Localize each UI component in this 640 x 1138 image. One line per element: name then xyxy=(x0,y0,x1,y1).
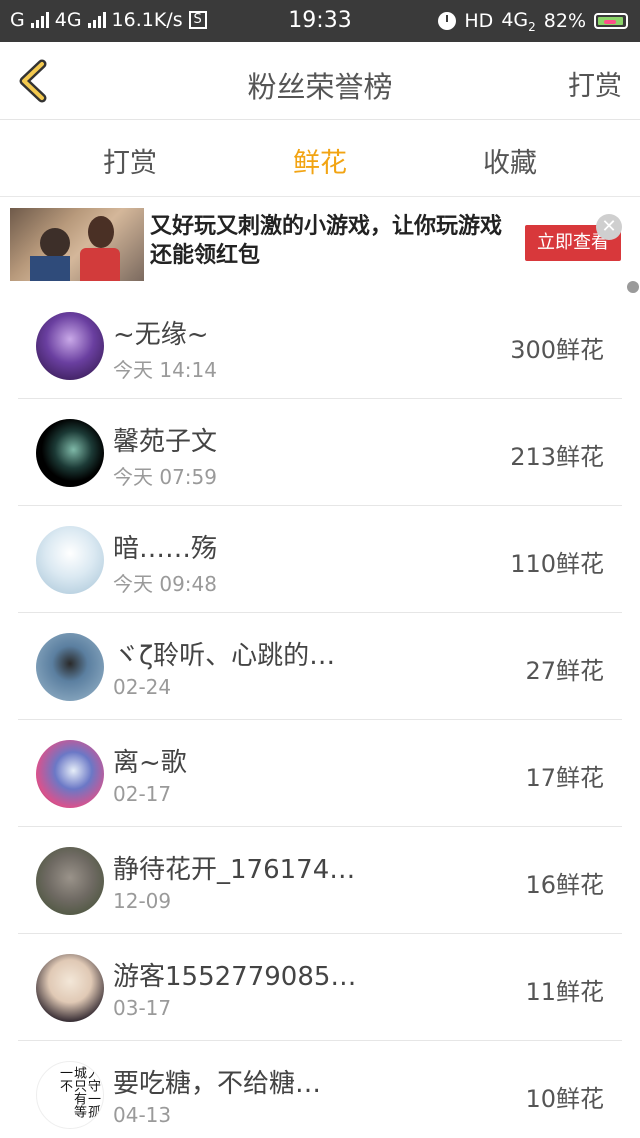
list-item[interactable]: 游客1552779085… 03-17 11鲜花 xyxy=(18,934,622,1041)
user-name: 静待花开_176174… xyxy=(113,855,356,885)
tab-flowers-label: 鲜花 xyxy=(293,148,347,179)
user-time: 02-17 xyxy=(113,782,172,806)
battery-percent: 82% xyxy=(543,10,586,33)
avatar xyxy=(36,633,104,701)
tab-collect[interactable]: 收藏 xyxy=(450,141,570,180)
reward-button[interactable]: 打赏 xyxy=(568,64,622,103)
user-name: 要吃糖，不给糖… xyxy=(113,1069,322,1099)
fan-list: ~无缘~ 今天 14:14 300鲜花 馨苑子文 今天 07:59 213鲜花 … xyxy=(18,292,622,1138)
user-time: 03-17 xyxy=(113,996,172,1020)
user-name: ヾζ聆听、心跳的… xyxy=(113,641,336,671)
alarm-icon xyxy=(438,12,457,31)
tab-reward[interactable]: 打赏 xyxy=(70,141,190,180)
nav-bar: 粉丝荣誉榜 打赏 xyxy=(0,42,640,120)
avatar xyxy=(36,740,104,808)
avatar: 入守一孤城只有等一不 xyxy=(36,1061,104,1129)
list-item[interactable]: ヾζ聆听、心跳的… 02-24 27鲜花 xyxy=(18,613,622,720)
network-right-label: 4G2 xyxy=(501,9,536,34)
user-name: 馨苑子文 xyxy=(113,427,218,457)
close-icon[interactable]: ✕ xyxy=(596,214,622,240)
user-time: 今天 14:14 xyxy=(113,358,217,382)
tab-bar: 打赏 鲜花 收藏 xyxy=(0,121,640,207)
flower-count: 17鲜花 xyxy=(525,764,604,792)
page-title: 粉丝荣誉榜 xyxy=(247,70,393,104)
avatar xyxy=(36,526,104,594)
list-item[interactable]: 暗……殇 今天 09:48 110鲜花 xyxy=(18,506,622,613)
status-right: HD 4G2 82% xyxy=(438,9,628,34)
list-item[interactable]: 离~歌 02-17 17鲜花 xyxy=(18,720,622,827)
avatar xyxy=(36,419,104,487)
ad-text: 又好玩又刺激的小游戏，让你玩游戏还能领红包 xyxy=(150,214,503,268)
avatar xyxy=(36,312,104,380)
list-item[interactable]: 馨苑子文 今天 07:59 213鲜花 xyxy=(18,399,622,506)
ad-image xyxy=(10,208,144,281)
list-item[interactable]: ~无缘~ 今天 14:14 300鲜花 xyxy=(18,292,622,399)
status-bar: G 4G 16.1K/s S 19:33 HD 4G2 82% xyxy=(0,0,640,42)
list-item[interactable]: 入守一孤城只有等一不 要吃糖，不给糖… 04-13 10鲜花 xyxy=(18,1041,622,1138)
user-name: 离~歌 xyxy=(113,748,187,778)
avatar-calligraphy: 入守一孤城只有等一不 xyxy=(57,1066,100,1118)
user-time: 今天 09:48 xyxy=(113,572,217,596)
flower-count: 300鲜花 xyxy=(510,336,604,364)
flower-count: 11鲜花 xyxy=(525,978,604,1006)
battery-icon xyxy=(594,13,628,30)
ad-banner[interactable]: 又好玩又刺激的小游戏，让你玩游戏还能领红包 立即查看 ✕ xyxy=(0,198,640,288)
ad-indicator-icon xyxy=(627,281,639,293)
flower-count: 110鲜花 xyxy=(510,550,604,578)
flower-count: 10鲜花 xyxy=(525,1085,604,1113)
user-time: 04-13 xyxy=(113,1103,172,1127)
user-name: ~无缘~ xyxy=(113,320,209,350)
flower-count: 213鲜花 xyxy=(510,443,604,471)
flower-count: 27鲜花 xyxy=(525,657,604,685)
user-name: 暗……殇 xyxy=(113,534,218,564)
user-time: 12-09 xyxy=(113,889,172,913)
user-time: 02-24 xyxy=(113,675,172,699)
user-name: 游客1552779085… xyxy=(113,962,357,992)
flower-count: 16鲜花 xyxy=(525,871,604,899)
list-item[interactable]: 静待花开_176174… 12-09 16鲜花 xyxy=(18,827,622,934)
user-time: 今天 07:59 xyxy=(113,465,217,489)
tab-flowers[interactable]: 鲜花 xyxy=(260,141,380,207)
avatar xyxy=(36,847,104,915)
avatar xyxy=(36,954,104,1022)
hd-label: HD xyxy=(464,10,494,33)
